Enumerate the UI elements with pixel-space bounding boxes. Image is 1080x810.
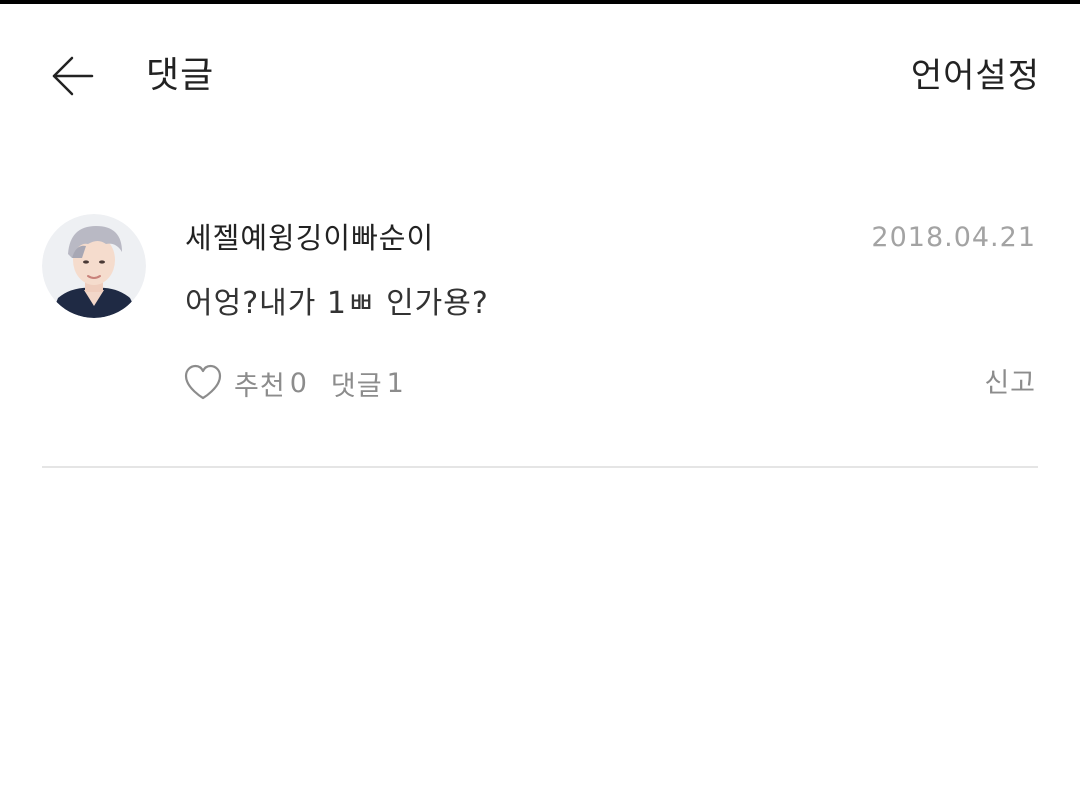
header: 댓글 언어설정 <box>0 4 1080 144</box>
like-button[interactable]: 추천 0 <box>182 362 307 404</box>
avatar-image <box>42 214 146 318</box>
heart-outline-icon <box>184 364 222 400</box>
comment-text: 어엉?내가 1ㅃ 인가용? <box>185 286 489 321</box>
username[interactable]: 세젤예윙깅이빠순이 <box>185 218 434 258</box>
back-button[interactable] <box>44 48 100 104</box>
reply-count: 1 <box>386 367 404 399</box>
divider <box>42 466 1038 468</box>
language-settings-button[interactable]: 언어설정 <box>911 54 1040 98</box>
like-label: 추천 <box>234 370 286 402</box>
reply-label: 댓글 <box>330 370 383 402</box>
reply-button[interactable]: 댓글 1 <box>331 364 404 403</box>
comment-actions: 추천 0 댓글 1 <box>182 360 404 406</box>
like-count: 0 <box>289 367 307 399</box>
avatar[interactable] <box>42 214 146 318</box>
arrow-left-icon <box>52 56 94 96</box>
comment-item: 세젤예윙깅이빠순이 2018.04.21 어엉?내가 1ㅃ 인가용? 추천 0 … <box>0 200 1080 468</box>
report-button[interactable]: 신고 <box>984 364 1036 404</box>
comment-date: 2018.04.21 <box>871 222 1036 253</box>
page-title: 댓글 <box>146 55 215 96</box>
